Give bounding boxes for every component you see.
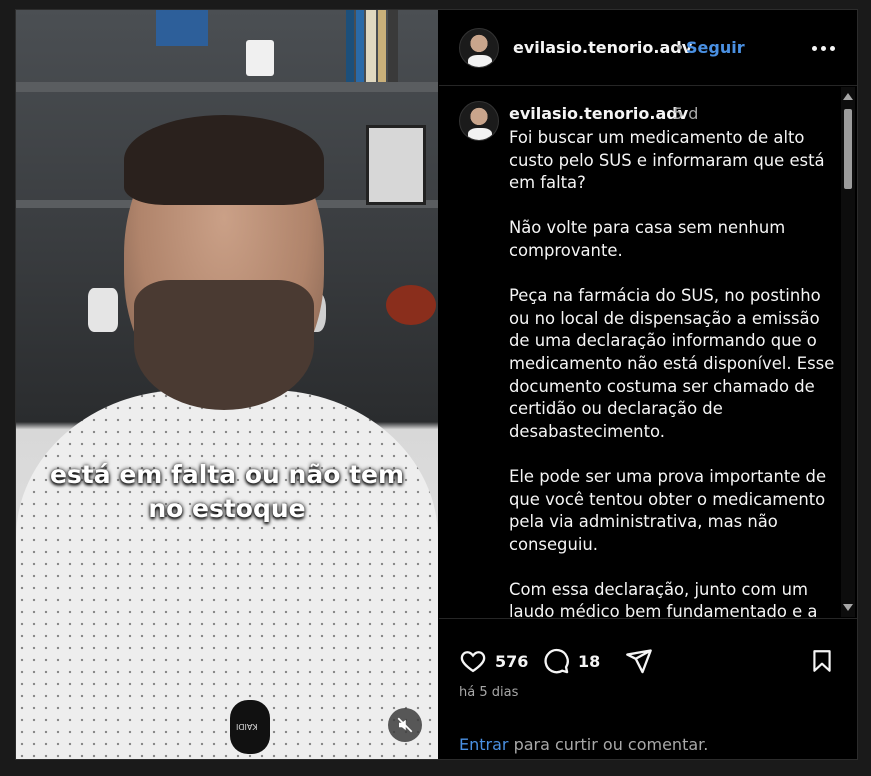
save-action[interactable]	[809, 647, 835, 675]
figurine	[88, 288, 118, 332]
book	[356, 10, 364, 82]
video-caption-line-2: no estoque	[148, 494, 306, 523]
post-caption: Foi buscar um medicamento de alto custo …	[509, 128, 835, 617]
volume-muted-icon	[397, 717, 413, 733]
shelf	[16, 82, 438, 92]
book	[346, 10, 354, 82]
photo-frame	[366, 125, 426, 205]
post-header: evilasio.tenorio.adv • Seguir	[439, 10, 857, 86]
share-action[interactable]	[625, 647, 653, 675]
video-player[interactable]: está em falta ou não tem no estoque KAID…	[16, 10, 438, 759]
like-action[interactable]: 576	[459, 647, 528, 675]
post-sidebar: evilasio.tenorio.adv • Seguir evilasio.t…	[439, 10, 857, 759]
microphone: KAIDI	[230, 700, 270, 754]
avatar[interactable]	[459, 101, 499, 141]
mic-label: KAIDI	[236, 722, 258, 731]
share-icon[interactable]	[625, 647, 653, 675]
flowers	[386, 285, 436, 325]
comment-count: 18	[578, 651, 601, 671]
comment-icon[interactable]	[542, 647, 570, 675]
post-date: há 5 dias	[459, 685, 519, 700]
post-modal: está em falta ou não tem no estoque KAID…	[15, 9, 858, 760]
header-username[interactable]: evilasio.tenorio.adv	[513, 38, 692, 57]
scroll-down-arrow-icon[interactable]	[843, 604, 853, 611]
comment-action[interactable]: 18	[542, 647, 600, 675]
like-count: 576	[495, 651, 529, 671]
login-link[interactable]: Entrar	[459, 735, 508, 754]
comment-age: 5 d	[673, 104, 699, 123]
post-actions: 576 18 há 5 dias Entrar para curtir ou c…	[439, 618, 857, 759]
heart-icon[interactable]	[459, 647, 487, 675]
scrollbar[interactable]	[841, 87, 855, 617]
mute-button[interactable]	[388, 708, 422, 742]
video-caption-line-1: está em falta ou não tem	[49, 460, 405, 489]
bookmark-icon[interactable]	[809, 647, 835, 675]
avatar[interactable]	[459, 28, 499, 68]
decor-box	[156, 10, 208, 46]
comment-scroll-area[interactable]: evilasio.tenorio.adv 5 d Foi buscar um m…	[439, 87, 857, 617]
comment-username[interactable]: evilasio.tenorio.adv	[509, 104, 688, 123]
more-options-icon[interactable]	[812, 46, 835, 51]
book	[378, 10, 386, 82]
person-hair	[124, 115, 324, 205]
separator-dot: •	[675, 38, 685, 57]
mug	[246, 40, 274, 76]
login-prompt-text: para curtir ou comentar.	[508, 735, 709, 754]
book	[366, 10, 376, 82]
scrollbar-thumb[interactable]	[844, 109, 852, 189]
follow-button[interactable]: Seguir	[686, 38, 745, 57]
scroll-up-arrow-icon[interactable]	[843, 93, 853, 100]
person-shirt	[16, 390, 438, 759]
person-beard	[134, 280, 314, 410]
login-prompt: Entrar para curtir ou comentar.	[459, 735, 708, 754]
book	[388, 10, 398, 82]
